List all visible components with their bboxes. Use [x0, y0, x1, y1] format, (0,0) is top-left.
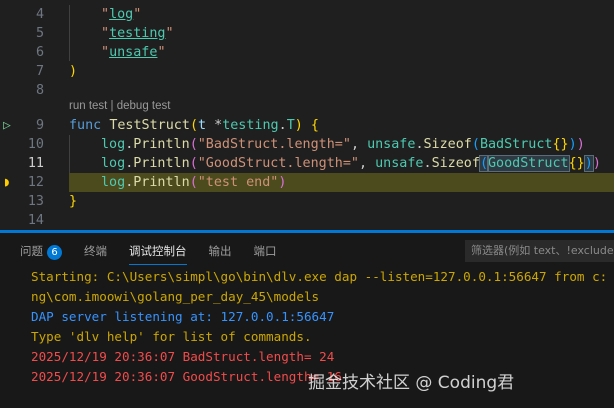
line-number: 8 — [35, 83, 44, 98]
line-number: 4 — [35, 7, 44, 22]
code-line: 14 — [0, 211, 614, 230]
tab-ports[interactable]: 端口 — [254, 241, 277, 265]
watermark: 掘金技术社区 @ Coding君 — [308, 373, 515, 393]
console-line: 2025/12/19 20:36:07 GoodStruct.length= 1… — [31, 369, 342, 384]
line-number: 14 — [27, 213, 44, 228]
line-number: 13 — [27, 194, 44, 209]
tab-terminal[interactable]: 终端 — [84, 241, 107, 265]
tab-output[interactable]: 输出 — [209, 241, 232, 265]
tab-debug-console[interactable]: 调试控制台 — [129, 241, 187, 265]
codelens[interactable]: run test | debug test — [69, 100, 170, 112]
code-line: 10 log.Println("BadStruct.length=", unsaf… — [0, 135, 614, 154]
line-number: 12 — [27, 175, 44, 190]
code-editor[interactable]: 4 "log" 5 "testing" 6 "unsafe" 7) 8 run tes… — [0, 0, 614, 232]
tab-label: 问题 — [20, 244, 43, 258]
line-number: 11 — [27, 156, 44, 171]
line-number: 5 — [35, 26, 44, 41]
code-line: ▷ 9 func TestStruct(t *testing.T) { — [0, 116, 614, 135]
line-number: 9 — [35, 118, 44, 133]
line-number: 10 — [27, 137, 44, 152]
console-line: ng\com.imoowi\golang_per_day_45\models — [31, 289, 320, 304]
code-line: 4 "log" — [0, 5, 614, 24]
bottom-panel: 问题 6 终端 调试控制台 输出 端口 筛选器(例如 text、!exclude … — [0, 233, 614, 408]
console-line: DAP server listening at: 127.0.0.1:56647 — [31, 309, 335, 324]
panel-tabs: 问题 6 终端 调试控制台 输出 端口 — [20, 241, 299, 265]
code-line: 8 — [0, 81, 614, 100]
tab-problems[interactable]: 问题 6 — [20, 241, 62, 265]
console-line: 2025/12/19 20:36:07 BadStruct.length= 24 — [31, 349, 335, 364]
code-line: 5 "testing" — [0, 24, 614, 43]
console-line: Starting: C:\Users\simpl\go\bin\dlv.exe … — [31, 269, 608, 284]
code-line: 6 "unsafe" — [0, 43, 614, 62]
code-line: 11 log.Println("GoodStruct.length=", unsa… — [0, 154, 614, 173]
problems-count-badge: 6 — [47, 245, 62, 260]
line-number: 6 — [35, 45, 44, 60]
line-number: 7 — [35, 64, 44, 79]
code-line: 7) — [0, 62, 614, 81]
console-line: Type 'dlv help' for list of commands. — [31, 329, 312, 344]
code-line-current: ◗ 12 log.Println("test end") — [0, 173, 614, 192]
code-line: 13} — [0, 192, 614, 211]
filter-input[interactable]: 筛选器(例如 text、!exclude — [465, 240, 614, 262]
